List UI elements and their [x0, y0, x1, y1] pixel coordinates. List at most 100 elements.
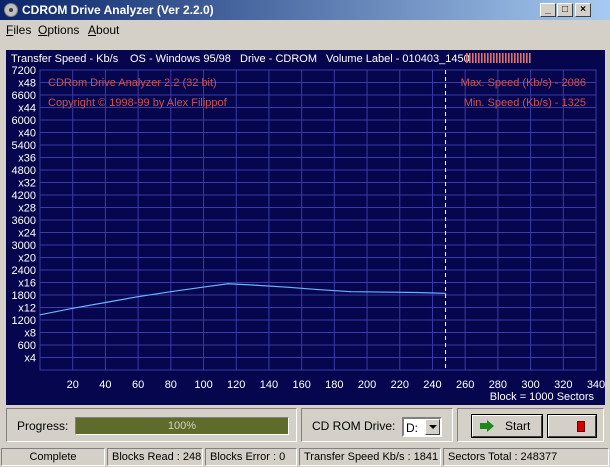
cd-rom-drive-label: CD ROM Drive:: [312, 419, 396, 433]
y-tick-label: x36: [18, 153, 36, 165]
y-tick-label: 3000: [12, 240, 36, 252]
maximize-button[interactable]: □: [557, 3, 573, 17]
speed-data-point: [39, 314, 41, 316]
y-tick-label: 600: [18, 340, 36, 352]
y-tick-label: x8: [24, 328, 36, 340]
x-tick-label: 240: [423, 379, 441, 391]
max-speed-label: Max. Speed (Kb/s) - 2086: [461, 77, 586, 89]
volume-stripe: [466, 53, 468, 63]
y-tick-label: x16: [18, 278, 36, 290]
title-bar: CDROM Drive Analyzer (Ver 2.2.0) _ □ ×: [0, 0, 610, 20]
y-tick-label: 1200: [12, 315, 36, 327]
volume-stripe: [511, 53, 513, 63]
stop-icon: [577, 421, 585, 432]
volume-label: Volume Label - 010403_1450: [326, 53, 470, 65]
status-transfer-speed: Transfer Speed Kb/s : 1841: [299, 448, 441, 466]
x-tick-label: 220: [391, 379, 409, 391]
status-blocks-error: Blocks Error : 0: [205, 448, 297, 466]
progress-bar: 100%: [75, 417, 289, 435]
start-button[interactable]: Start: [471, 414, 543, 438]
close-button[interactable]: ×: [575, 3, 591, 17]
x-tick-label: 20: [67, 379, 79, 391]
volume-stripe: [475, 53, 477, 63]
copyright-text: Copyright © 1998-99 by Alex Filippof: [48, 97, 228, 109]
speed-data-point: [104, 301, 107, 304]
x-tick-label: 320: [554, 379, 572, 391]
x-tick-label: 340: [587, 379, 605, 391]
status-state: Complete: [1, 448, 105, 466]
minimize-button[interactable]: _: [540, 3, 556, 17]
menu-bar: Files Options About: [0, 20, 610, 38]
y-tick-label: x48: [18, 78, 36, 90]
volume-stripe: [478, 53, 480, 63]
x-tick-label: 160: [292, 379, 310, 391]
status-sectors-total: Sectors Total : 248377: [443, 448, 609, 466]
x-tick-label: 180: [325, 379, 343, 391]
buttons-panel: Start: [457, 408, 604, 442]
arrow-right-icon: [480, 420, 494, 432]
x-tick-label: 260: [456, 379, 474, 391]
drive-panel: CD ROM Drive: D:: [301, 408, 453, 442]
speed-data-point: [202, 286, 205, 288]
volume-stripe: [523, 53, 525, 63]
y-tick-label: 3600: [12, 215, 36, 227]
y-tick-label: x4: [24, 353, 36, 365]
volume-stripe: [517, 53, 519, 63]
y-tick-label: x12: [18, 303, 36, 315]
chart-svg: 7200x486600x446000x405400x364800x324200x…: [6, 50, 605, 405]
speed-data-point: [137, 296, 139, 298]
speed-data-point: [72, 307, 74, 309]
volume-stripe: [526, 53, 528, 63]
y-tick-label: 1800: [12, 290, 36, 302]
volume-stripe: [469, 53, 471, 63]
volume-stripe: [487, 53, 489, 63]
stop-button[interactable]: [547, 414, 597, 438]
y-tick-label: 7200: [12, 65, 36, 77]
drive-select-value: D:: [406, 421, 418, 435]
y-tick-label: x40: [18, 128, 36, 140]
volume-stripe: [490, 53, 492, 63]
speed-data-point: [415, 291, 417, 294]
menu-about[interactable]: About: [88, 23, 119, 37]
y-tick-label: 4200: [12, 190, 36, 202]
speed-data-point: [227, 283, 229, 285]
x-tick-label: 40: [99, 379, 111, 391]
progress-percent: 100%: [167, 420, 197, 432]
y-tick-label: 4800: [12, 165, 36, 177]
os-label: OS - Windows 95/98: [130, 53, 231, 65]
status-bar: Complete Blocks Read : 248 Blocks Error …: [0, 448, 610, 466]
progress-label: Progress:: [17, 419, 69, 433]
volume-stripe: [505, 53, 507, 63]
volume-stripe: [520, 53, 522, 63]
speed-data-point: [170, 291, 172, 293]
x-tick-label: 60: [132, 379, 144, 391]
y-tick-label: x20: [18, 253, 36, 265]
chart-title: CDRom Drive Analyzer 2.2 (32 bit): [48, 77, 217, 89]
volume-stripe: [508, 53, 510, 63]
y-tick-label: x32: [18, 178, 36, 190]
speed-data-point: [350, 291, 352, 293]
y-tick-label: 2400: [12, 265, 36, 277]
drive-select[interactable]: D:: [402, 417, 442, 437]
y-tick-label: 5400: [12, 140, 36, 152]
progress-panel: Progress: 100%: [6, 408, 297, 442]
block-note: Block = 1000 Sectors: [490, 391, 595, 403]
volume-stripe: [481, 53, 483, 63]
window-title: CDROM Drive Analyzer (Ver 2.2.0): [22, 3, 214, 17]
speed-data-point: [284, 286, 286, 288]
status-blocks-read: Blocks Read : 248: [107, 448, 203, 466]
volume-stripe: [499, 53, 501, 63]
min-speed-label: Min. Speed (Kb/s) - 1325: [464, 97, 586, 109]
x-tick-label: 80: [165, 379, 177, 391]
speed-chart: 7200 x48 6600 x44 6000 x40 5400 x36 4800 x32 4200 x…: [6, 50, 605, 405]
volume-stripe: [493, 53, 495, 63]
speed-data-point: [444, 292, 447, 294]
chevron-down-icon[interactable]: [425, 419, 440, 435]
x-tick-label: 100: [194, 379, 212, 391]
menu-files[interactable]: Files: [6, 23, 31, 37]
y-tick-label: 6600: [12, 90, 36, 102]
start-button-label: Start: [505, 419, 531, 433]
menu-options[interactable]: Options: [38, 23, 79, 37]
speed-data-point: [317, 288, 319, 291]
speed-data-point: [251, 284, 254, 286]
